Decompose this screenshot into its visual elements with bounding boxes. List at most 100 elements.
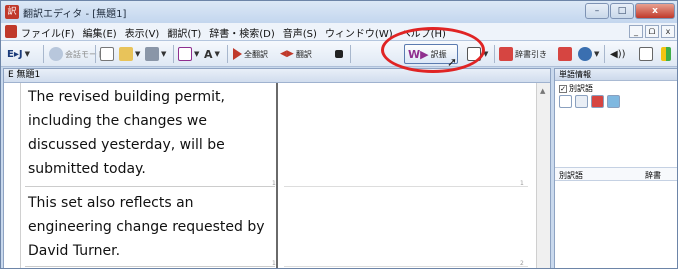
printer-icon xyxy=(145,47,159,61)
layout-button[interactable]: ▼ xyxy=(178,46,199,62)
folder-icon xyxy=(119,47,133,61)
alternates-checkbox[interactable]: ✓ 別訳語 xyxy=(559,83,593,94)
grid-icon xyxy=(639,47,653,61)
mdi-minimize-button[interactable]: _ xyxy=(629,25,643,38)
panel-column-headers: 別訳語 辞書 xyxy=(555,167,677,181)
partial-translate-button[interactable]: ◀▶ 翻訳 xyxy=(280,46,312,62)
toolbar-separator xyxy=(173,45,174,63)
print-button[interactable]: ▼ xyxy=(145,46,166,62)
segment-separator xyxy=(284,266,528,267)
highlight-annotation xyxy=(381,27,485,73)
edit-icon[interactable] xyxy=(607,95,620,108)
dictionary-lookup-button[interactable]: 辞書引き xyxy=(499,46,547,62)
dictionary-lookup-label: 辞書引き xyxy=(515,49,547,59)
menu-bar: ファイル(F) 編集(E) 表示(V) 翻訳(T) 辞書・検索(D) 音声(S)… xyxy=(1,23,677,41)
mouse-cursor-icon: ➚ xyxy=(447,55,458,69)
globe-icon xyxy=(578,47,592,61)
new-file-icon xyxy=(100,47,114,61)
document-menu-icon[interactable] xyxy=(5,25,17,38)
chevron-down-icon: ▼ xyxy=(135,50,141,58)
chevron-down-icon: ▼ xyxy=(194,50,200,58)
chevron-down-icon: ▼ xyxy=(24,50,30,58)
step-play-icon: ◀▶ xyxy=(280,49,294,59)
column-header-alternate: 別訳語 xyxy=(559,171,583,180)
font-button[interactable]: A ▼ xyxy=(204,46,220,62)
app-logo-icon: 訳 xyxy=(5,5,19,19)
title-bar: 訳 翻訳エディタ - [無題1] – □ x xyxy=(1,1,677,23)
partial-translate-label: 翻訳 xyxy=(295,49,312,59)
menu-window[interactable]: ウィンドウ(W) xyxy=(325,25,393,40)
toolbar-separator xyxy=(95,45,96,63)
menu-audio[interactable]: 音声(S) xyxy=(283,25,317,40)
speak-button[interactable]: ◀)) xyxy=(610,46,626,62)
chevron-down-icon: ▼ xyxy=(161,50,167,58)
toolbar: E▸J ▼ 会話モード ▼ ▼ ▼ A ▼ 全翻訳 ◀▶ 翻訳 W▶ 訳振 ▼ … xyxy=(1,41,677,67)
window-title: 翻訳エディタ - [無題1] xyxy=(23,9,127,20)
segment-line: engineering change requested by xyxy=(28,219,265,235)
open-button[interactable]: ▼ xyxy=(119,46,140,62)
mdi-controls: _ ᗝ x xyxy=(629,25,675,38)
vertical-scrollbar[interactable]: ▲ xyxy=(536,83,550,268)
panel-title: 単語情報 xyxy=(555,69,677,81)
segment-line: including the changes we xyxy=(28,113,207,129)
document-tab[interactable]: E 無題1 xyxy=(4,69,550,83)
menu-view[interactable]: 表示(V) xyxy=(125,25,160,40)
user-dictionary-icon xyxy=(558,47,572,61)
full-translate-label: 全翻訳 xyxy=(244,49,268,59)
beginner-mark-icon xyxy=(661,47,671,61)
segment-line: This set also reflects an xyxy=(28,195,194,211)
document-pane: E 無題1 The revised building permit, inclu… xyxy=(3,68,551,268)
menu-translate[interactable]: 翻訳(T) xyxy=(167,25,201,40)
source-column[interactable]: The revised building permit, including t… xyxy=(20,83,278,268)
chevron-down-icon: ▼ xyxy=(214,50,220,58)
speech-icon xyxy=(49,47,63,61)
maximize-button[interactable]: □ xyxy=(610,3,634,19)
toolbar-separator xyxy=(227,45,228,63)
checkbox-label: 別訳語 xyxy=(569,84,593,93)
chevron-down-icon: ▼ xyxy=(594,50,600,58)
web-button[interactable]: ▼ xyxy=(578,46,599,62)
search-icon[interactable] xyxy=(575,95,588,108)
menu-file[interactable]: ファイル(F) xyxy=(21,25,75,40)
grid-button[interactable] xyxy=(639,46,653,62)
toolbar-separator xyxy=(494,45,495,63)
new-document-button[interactable] xyxy=(100,46,114,62)
close-button[interactable]: x xyxy=(635,3,675,19)
beginner-button[interactable] xyxy=(661,46,671,62)
full-translate-button[interactable]: 全翻訳 xyxy=(233,46,268,62)
direction-button[interactable]: E▸J ▼ xyxy=(7,46,30,62)
mdi-close-button[interactable]: x xyxy=(661,25,675,38)
scroll-up-icon[interactable]: ▲ xyxy=(540,87,545,95)
segment-line: David Turner. xyxy=(28,243,121,259)
segment-separator xyxy=(25,266,275,267)
segment-separator xyxy=(25,186,275,187)
menu-dictionary[interactable]: 辞書・検索(D) xyxy=(209,25,275,40)
conference-mode-button[interactable]: 会話モード xyxy=(49,46,105,62)
columns-icon xyxy=(178,47,192,61)
panel-toolbar xyxy=(559,95,620,108)
play-icon xyxy=(233,48,242,60)
conference-mode-label: 会話モード xyxy=(65,49,105,59)
stop-icon xyxy=(335,50,343,58)
segment-line: discussed yesterday, will be xyxy=(28,137,225,153)
stop-button[interactable] xyxy=(335,46,343,62)
segment-line: The revised building permit, xyxy=(28,89,225,105)
tree-icon[interactable] xyxy=(559,95,572,108)
font-icon: A xyxy=(204,47,213,61)
source-segment[interactable]: The revised building permit, including t… xyxy=(28,85,276,181)
app-window: 訳 翻訳エディタ - [無題1] – □ x ファイル(F) 編集(E) 表示(… xyxy=(0,0,678,269)
user-dictionary-button[interactable] xyxy=(558,46,572,62)
dictionary-icon[interactable] xyxy=(591,95,604,108)
toolbar-separator xyxy=(350,45,351,63)
translation-column[interactable]: 1 2 xyxy=(280,83,536,268)
direction-label: E▸J xyxy=(7,48,23,60)
mdi-restore-button[interactable]: ᗝ xyxy=(645,25,659,38)
checkbox-icon[interactable]: ✓ xyxy=(559,84,567,93)
menu-edit[interactable]: 編集(E) xyxy=(83,25,117,40)
window-controls: – □ x xyxy=(585,3,675,19)
source-segment[interactable]: This set also reflects an engineering ch… xyxy=(28,191,276,263)
minimize-button[interactable]: – xyxy=(585,3,609,19)
speaker-icon: ◀)) xyxy=(610,48,626,60)
toolbar-separator xyxy=(604,45,605,63)
word-info-panel: 単語情報 ✓ 別訳語 別訳語 辞書 xyxy=(554,68,677,268)
